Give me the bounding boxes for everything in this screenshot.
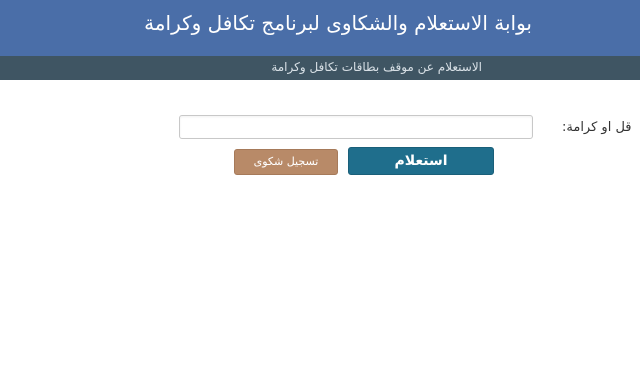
inquiry-button[interactable]: استعلام — [348, 147, 494, 175]
register-complaint-button[interactable]: تسجيل شكوى — [234, 149, 338, 175]
page-title: بوابة الاستعلام والشكاوى لبرنامج تكافل و… — [144, 11, 532, 35]
card-number-input[interactable] — [179, 115, 533, 139]
page-subtitle: الاستعلام عن موقف بطاقات تكافل وكرامة — [271, 60, 482, 74]
card-number-label: قل او كرامة: — [562, 120, 632, 135]
page-subheader: الاستعلام عن موقف بطاقات تكافل وكرامة — [0, 56, 640, 80]
main-content: قل او كرامة: استعلام تسجيل شكوى — [0, 80, 640, 374]
background-texture — [0, 180, 640, 374]
page-header: بوابة الاستعلام والشكاوى لبرنامج تكافل و… — [0, 0, 640, 56]
